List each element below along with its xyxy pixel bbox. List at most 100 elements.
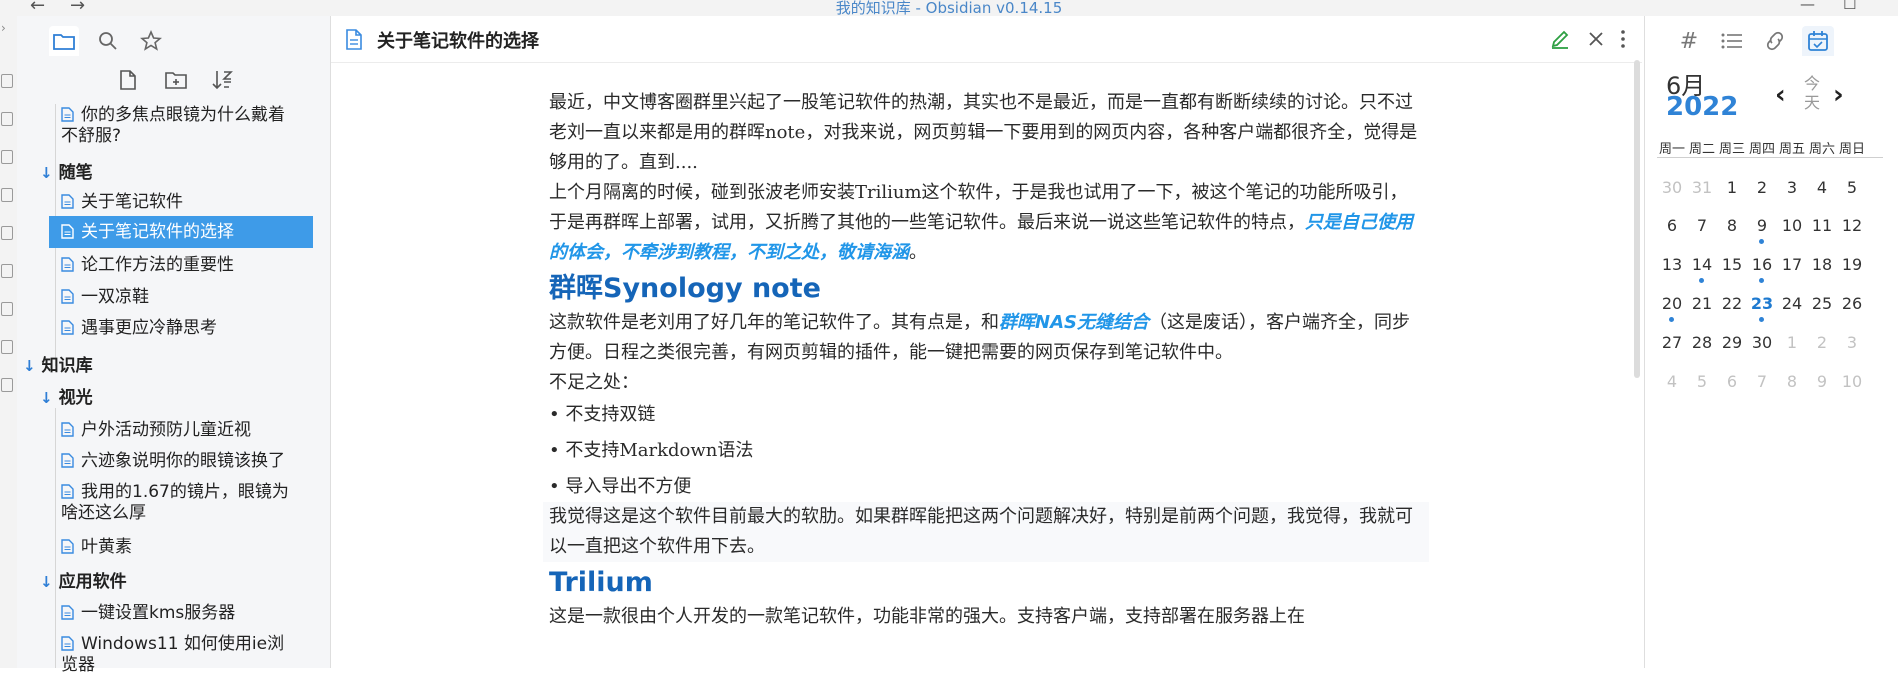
tab-search[interactable]	[93, 26, 123, 56]
ribbon-graph-icon[interactable]	[1, 112, 13, 126]
chevron-left-icon[interactable]: ‹	[1775, 80, 1786, 110]
tree-file[interactable]: 遇事更应冷静思考	[61, 317, 217, 339]
calendar-day[interactable]: 8	[1777, 372, 1807, 391]
ribbon-template-icon[interactable]	[1, 150, 13, 164]
tree-file[interactable]: 论工作方法的重要性	[61, 254, 234, 276]
weekday-label: 周日	[1838, 142, 1865, 157]
calendar-day[interactable]: 21	[1687, 294, 1717, 313]
tree-folder-suibi[interactable]: ↓ 随笔	[40, 162, 93, 184]
tab-files[interactable]	[49, 26, 79, 56]
tree-file[interactable]: 一双凉鞋	[61, 286, 149, 308]
calendar-day[interactable]: 5	[1837, 178, 1867, 197]
calendar-day[interactable]: 9	[1747, 216, 1777, 235]
note-content[interactable]: 最近，中文博客圈群里兴起了一股笔记软件的热潮，其实也不是最近，而是一直都有断断续…	[543, 88, 1429, 632]
tab-outline[interactable]	[1716, 26, 1748, 56]
tab-tags[interactable]: #	[1673, 26, 1705, 56]
chevron-down-icon: ↓	[40, 164, 53, 182]
calendar-day[interactable]: 17	[1777, 255, 1807, 274]
tree-file[interactable]: 你的多焦点眼镜为什么戴着不舒服?	[61, 105, 299, 147]
ribbon-daily-icon[interactable]	[1, 188, 13, 202]
calendar-day[interactable]: 3	[1837, 333, 1867, 352]
tree-file[interactable]: 户外活动预防儿童近视	[61, 419, 251, 441]
calendar-day[interactable]: 24	[1777, 294, 1807, 313]
minimize-icon[interactable]: —	[1800, 0, 1815, 13]
calendar-day[interactable]: 10	[1777, 216, 1807, 235]
ribbon-audio-icon[interactable]	[1, 302, 13, 316]
calendar-day[interactable]: 11	[1807, 216, 1837, 235]
tree-folder-shiguang[interactable]: ↓ 视光	[40, 387, 93, 409]
calendar-day[interactable]: 27	[1657, 333, 1687, 352]
tree-file[interactable]: 关于笔记软件	[61, 191, 183, 213]
calendar-day[interactable]: 25	[1807, 294, 1837, 313]
close-icon[interactable]	[1587, 30, 1605, 48]
calendar-day[interactable]: 22	[1717, 294, 1747, 313]
tree-file[interactable]: 六迹象说明你的眼镜该换了	[61, 450, 285, 472]
calendar-day[interactable]: 20	[1657, 294, 1687, 313]
tree-folder-apps[interactable]: ↓ 应用软件	[40, 571, 127, 593]
calendar-day[interactable]: 30	[1747, 333, 1777, 352]
calendar-day[interactable]: 1	[1777, 333, 1807, 352]
calendar-day[interactable]: 28	[1687, 333, 1717, 352]
ribbon-toggle-icon[interactable]: ›	[1, 21, 6, 35]
today-button[interactable]: 今天	[1802, 74, 1822, 112]
scrollbar[interactable]	[1634, 60, 1640, 378]
calendar-day[interactable]: 7	[1747, 372, 1777, 391]
sort-button[interactable]	[209, 66, 237, 94]
calendar-day[interactable]: 23	[1747, 294, 1777, 313]
calendar-day[interactable]: 2	[1807, 333, 1837, 352]
calendar-day[interactable]: 9	[1807, 372, 1837, 391]
calendar-day[interactable]: 3	[1777, 178, 1807, 197]
calendar-day[interactable]: 4	[1657, 372, 1687, 391]
tree-file[interactable]: 叶黄素	[61, 536, 132, 558]
calendar-day[interactable]: 31	[1687, 178, 1717, 197]
weekday-label: 周四	[1748, 142, 1775, 157]
maximize-icon[interactable]: ☐	[1843, 0, 1856, 13]
tree-file[interactable]: 我用的1.67的镜片，眼镜为啥还这么厚	[61, 482, 301, 524]
calendar-day[interactable]: 15	[1717, 255, 1747, 274]
calendar-day[interactable]: 14	[1687, 255, 1717, 274]
calendar-day[interactable]: 26	[1837, 294, 1867, 313]
calendar-day[interactable]: 7	[1687, 216, 1717, 235]
new-folder-button[interactable]	[162, 66, 190, 94]
calendar-day[interactable]: 1	[1717, 178, 1747, 197]
paragraph: 这款软件是老刘用了好几年的笔记软件了。其有点是，和群晖NAS无缝结合（这是废话）…	[549, 312, 1410, 363]
heading: Trilium	[549, 567, 653, 598]
edit-icon[interactable]	[1550, 29, 1570, 49]
new-note-button[interactable]	[114, 66, 142, 94]
calendar-day[interactable]: 16	[1747, 255, 1777, 274]
note-dot-icon	[1759, 317, 1764, 322]
calendar-day[interactable]: 5	[1687, 372, 1717, 391]
paragraph: 不足之处：	[549, 372, 639, 393]
tree-file[interactable]: 一键设置kms服务器	[61, 602, 235, 624]
calendar-day[interactable]: 18	[1807, 255, 1837, 274]
star-icon	[140, 30, 162, 51]
calendar-year: 2022	[1666, 92, 1739, 122]
ribbon-publish-icon[interactable]	[1, 340, 13, 354]
tab-calendar[interactable]	[1802, 26, 1834, 56]
calendar-day[interactable]: 8	[1717, 216, 1747, 235]
ribbon-command-icon[interactable]	[1, 226, 13, 240]
calendar-day[interactable]: 2	[1747, 178, 1777, 197]
tab-starred[interactable]	[136, 26, 166, 56]
calendar-day[interactable]: 10	[1837, 372, 1867, 391]
calendar-day[interactable]: 30	[1657, 178, 1687, 197]
note-title[interactable]: 关于笔记软件的选择	[377, 27, 539, 53]
more-icon[interactable]	[1620, 29, 1626, 49]
tab-backlinks[interactable]	[1759, 26, 1791, 56]
tree-file[interactable]: Windows11 如何使用ie浏览器	[61, 634, 301, 676]
document-icon	[61, 257, 74, 272]
calendar-day[interactable]: 29	[1717, 333, 1747, 352]
calendar-day[interactable]: 6	[1717, 372, 1747, 391]
paragraph: 上个月隔离的时候，碰到张波老师安装Trilium这个软件，于是我也试用了一下，被…	[549, 182, 1413, 263]
calendar-day[interactable]: 19	[1837, 255, 1867, 274]
tree-folder-zhishiku[interactable]: ↓ 知识库	[23, 355, 93, 377]
chevron-right-icon[interactable]: ›	[1833, 80, 1844, 110]
calendar-day[interactable]: 4	[1807, 178, 1837, 197]
ribbon-open-icon[interactable]	[1, 74, 13, 88]
ribbon-sync-icon[interactable]	[1, 378, 13, 392]
calendar-day[interactable]: 6	[1657, 216, 1687, 235]
calendar-day[interactable]: 12	[1837, 216, 1867, 235]
ribbon-slides-icon[interactable]	[1, 264, 13, 278]
calendar-day[interactable]: 13	[1657, 255, 1687, 274]
tree-file-active[interactable]: 关于笔记软件的选择	[49, 216, 313, 248]
